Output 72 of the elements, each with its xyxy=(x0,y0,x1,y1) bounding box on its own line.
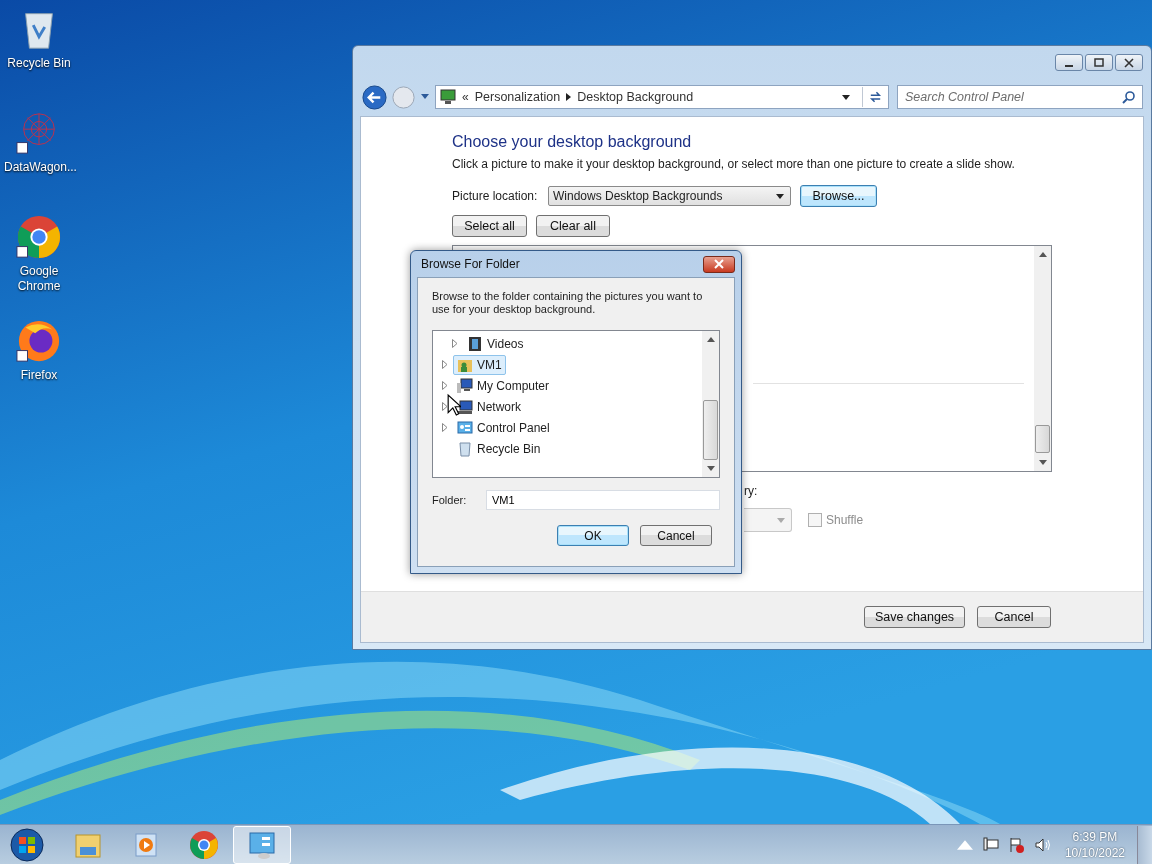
page-heading: Choose your desktop background xyxy=(452,132,693,152)
control-panel-icon[interactable] xyxy=(233,825,291,864)
checkbox-label: Shuffle xyxy=(826,513,864,527)
search-field[interactable]: Search Control Panel xyxy=(897,85,1143,109)
clear-all-button[interactable]: Clear all xyxy=(536,215,610,237)
dropdown-arrow-icon xyxy=(777,517,785,523)
expand-arrow-icon[interactable] xyxy=(442,381,448,390)
cancel-button[interactable]: Cancel xyxy=(640,525,712,546)
close-icon xyxy=(1124,57,1134,68)
expand-arrow-icon[interactable] xyxy=(442,423,448,432)
icon-label: DataWagon... xyxy=(4,160,74,175)
network-icon xyxy=(457,398,473,415)
ok-button[interactable]: OK xyxy=(557,525,629,546)
tree-item[interactable]: Recycle Bin xyxy=(453,438,545,459)
breadcrumb-item[interactable]: Personalization xyxy=(474,90,561,104)
address-bar[interactable]: « Personalization Desktop Background xyxy=(435,85,889,109)
icon-label: Recycle Bin xyxy=(6,56,72,71)
search-icon[interactable] xyxy=(1122,90,1136,104)
caret-icon[interactable] xyxy=(421,94,429,100)
field-label: Picture location: xyxy=(452,189,539,203)
network-icon[interactable] xyxy=(982,836,999,853)
dialog-title: Browse For Folder xyxy=(421,257,520,271)
cancel-button[interactable]: Cancel xyxy=(977,606,1051,628)
expand-arrow-icon[interactable] xyxy=(452,339,458,348)
tree-item[interactable]: Videos xyxy=(463,333,528,354)
save-changes-button[interactable]: Save changes xyxy=(864,606,965,628)
film-icon xyxy=(467,335,483,352)
firefox-icon[interactable] xyxy=(16,318,62,364)
dropdown-arrow-icon[interactable] xyxy=(842,94,850,100)
tree-item[interactable]: Control Panel xyxy=(453,417,554,438)
computer-icon xyxy=(457,377,473,394)
tree-item[interactable]: VM1 xyxy=(453,354,506,375)
folder-field[interactable]: VM1 xyxy=(486,490,720,510)
close-button[interactable] xyxy=(1115,54,1143,71)
expand-arrow-icon[interactable] xyxy=(442,360,448,369)
tree-item[interactable]: My Computer xyxy=(453,375,554,396)
close-icon xyxy=(714,259,724,269)
field-label: ry: xyxy=(744,484,759,500)
recycle-bin-icon xyxy=(457,440,473,457)
maximize-button[interactable] xyxy=(1085,54,1113,71)
expand-arrow-icon[interactable] xyxy=(442,402,448,411)
separator-arrow-icon[interactable] xyxy=(566,93,572,101)
minimize-button[interactable] xyxy=(1055,54,1083,71)
scrollbar[interactable] xyxy=(1034,246,1051,471)
instruction-text: Browse to the folder containing the pictures you want to use for your desktop background. xyxy=(432,290,704,316)
scroll-up-arrow-icon[interactable] xyxy=(706,337,715,342)
scroll-thumb[interactable] xyxy=(1035,425,1050,453)
chevron-icon[interactable]: « xyxy=(462,90,469,104)
scroll-thumb[interactable] xyxy=(703,400,718,460)
chrome-icon[interactable] xyxy=(16,214,62,260)
scroll-down-arrow-icon[interactable] xyxy=(1038,460,1047,465)
field-label: Folder: xyxy=(432,494,468,506)
speaker-icon[interactable] xyxy=(1034,836,1051,853)
back-button[interactable] xyxy=(361,83,388,111)
scroll-down-arrow-icon[interactable] xyxy=(706,466,715,471)
location-dropdown[interactable]: Windows Desktop Backgrounds xyxy=(548,186,791,206)
monitor-icon xyxy=(440,89,456,105)
close-button[interactable] xyxy=(703,255,735,273)
description-text: Click a picture to make it your desktop background, or select more than one picture to create a slide show. xyxy=(452,157,1016,171)
icon-label: Firefox xyxy=(19,368,59,383)
scroll-up-arrow-icon[interactable] xyxy=(1038,252,1047,257)
breadcrumb-item[interactable]: Desktop Background xyxy=(577,90,694,104)
select-all-button[interactable]: Select all xyxy=(452,215,527,237)
dropdown-arrow-icon xyxy=(776,193,784,199)
icon-label: Google Chrome xyxy=(16,264,62,294)
maximize-icon xyxy=(1094,57,1104,68)
flag-icon[interactable] xyxy=(1008,836,1025,853)
start-button[interactable] xyxy=(9,826,45,863)
browse-button[interactable]: Browse... xyxy=(800,185,877,207)
scrollbar[interactable] xyxy=(702,331,719,477)
minimize-icon xyxy=(1065,64,1073,67)
control-panel-icon xyxy=(457,419,473,436)
